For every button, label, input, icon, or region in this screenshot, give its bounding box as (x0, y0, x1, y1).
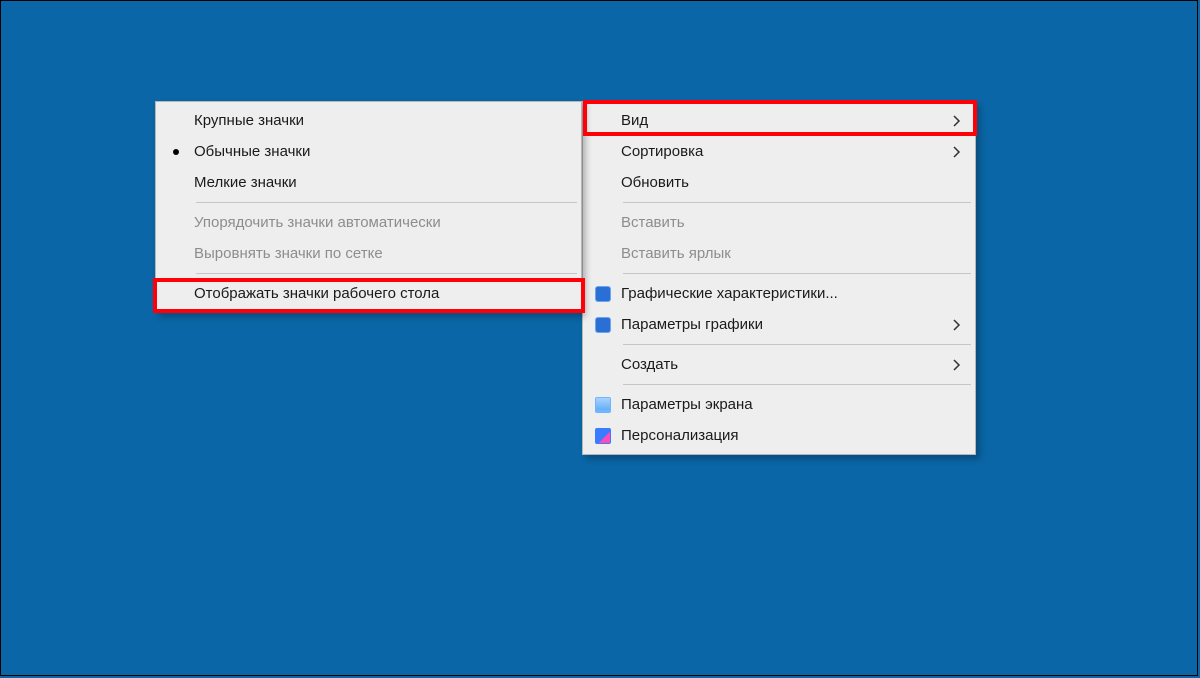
separator (623, 384, 971, 385)
menu-item-new[interactable]: Создать (585, 349, 973, 380)
menu-item-label: Создать (621, 356, 947, 373)
menu-item-label: Вставить ярлык (621, 245, 947, 262)
menu-item-personalize[interactable]: Персонализация (585, 420, 973, 451)
menu-item-label: Крупные значки (194, 112, 573, 129)
view-submenu: Крупные значки Обычные значки Мелкие зна… (155, 101, 582, 313)
menu-item-label: Упорядочить значки автоматически (194, 214, 573, 231)
menu-item-large-icons[interactable]: Крупные значки (158, 105, 579, 136)
separator (623, 344, 971, 345)
intel-graphics-icon (595, 317, 611, 333)
menu-item-paste-shortcut: Вставить ярлык (585, 238, 973, 269)
chevron-right-icon (947, 359, 967, 371)
menu-item-medium-icons[interactable]: Обычные значки (158, 136, 579, 167)
menu-item-refresh[interactable]: Обновить (585, 167, 973, 198)
menu-item-label: Персонализация (621, 427, 947, 444)
menu-item-label: Сортировка (621, 143, 947, 160)
radio-selected-icon (173, 149, 179, 155)
separator (196, 273, 577, 274)
personalize-icon (595, 428, 611, 444)
menu-item-graphics-props[interactable]: Графические характеристики... (585, 278, 973, 309)
gutter (585, 397, 621, 413)
menu-item-auto-arrange: Упорядочить значки автоматически (158, 207, 579, 238)
menu-item-graphics-options[interactable]: Параметры графики (585, 309, 973, 340)
desktop-context-menu: Вид Сортировка Обновить Вставить (582, 101, 976, 455)
chevron-right-icon (947, 146, 967, 158)
chevron-right-icon (947, 115, 967, 127)
menu-item-label: Обновить (621, 174, 947, 191)
separator (623, 273, 971, 274)
gutter (585, 286, 621, 302)
chevron-right-icon (947, 319, 967, 331)
menu-item-paste: Вставить (585, 207, 973, 238)
desktop[interactable]: Вид Сортировка Обновить Вставить (0, 0, 1198, 676)
gutter (585, 317, 621, 333)
gutter (585, 428, 621, 444)
display-icon (595, 397, 611, 413)
menu-item-small-icons[interactable]: Мелкие значки (158, 167, 579, 198)
menu-item-view[interactable]: Вид (585, 105, 973, 136)
menu-item-label: Параметры экрана (621, 396, 947, 413)
menu-item-show-desktop-icons[interactable]: Отображать значки рабочего стола (158, 278, 579, 309)
menu-item-label: Вид (621, 112, 947, 129)
menu-item-label: Выровнять значки по сетке (194, 245, 573, 262)
menu-item-label: Отображать значки рабочего стола (194, 285, 573, 302)
menu-item-sort[interactable]: Сортировка (585, 136, 973, 167)
menu-item-label: Вставить (621, 214, 947, 231)
intel-graphics-icon (595, 286, 611, 302)
menu-item-align-grid: Выровнять значки по сетке (158, 238, 579, 269)
menu-item-display-settings[interactable]: Параметры экрана (585, 389, 973, 420)
menu-item-label: Обычные значки (194, 143, 573, 160)
menu-item-label: Мелкие значки (194, 174, 573, 191)
separator (196, 202, 577, 203)
separator (623, 202, 971, 203)
gutter (158, 149, 194, 155)
menu-item-label: Параметры графики (621, 316, 947, 333)
menu-item-label: Графические характеристики... (621, 285, 947, 302)
